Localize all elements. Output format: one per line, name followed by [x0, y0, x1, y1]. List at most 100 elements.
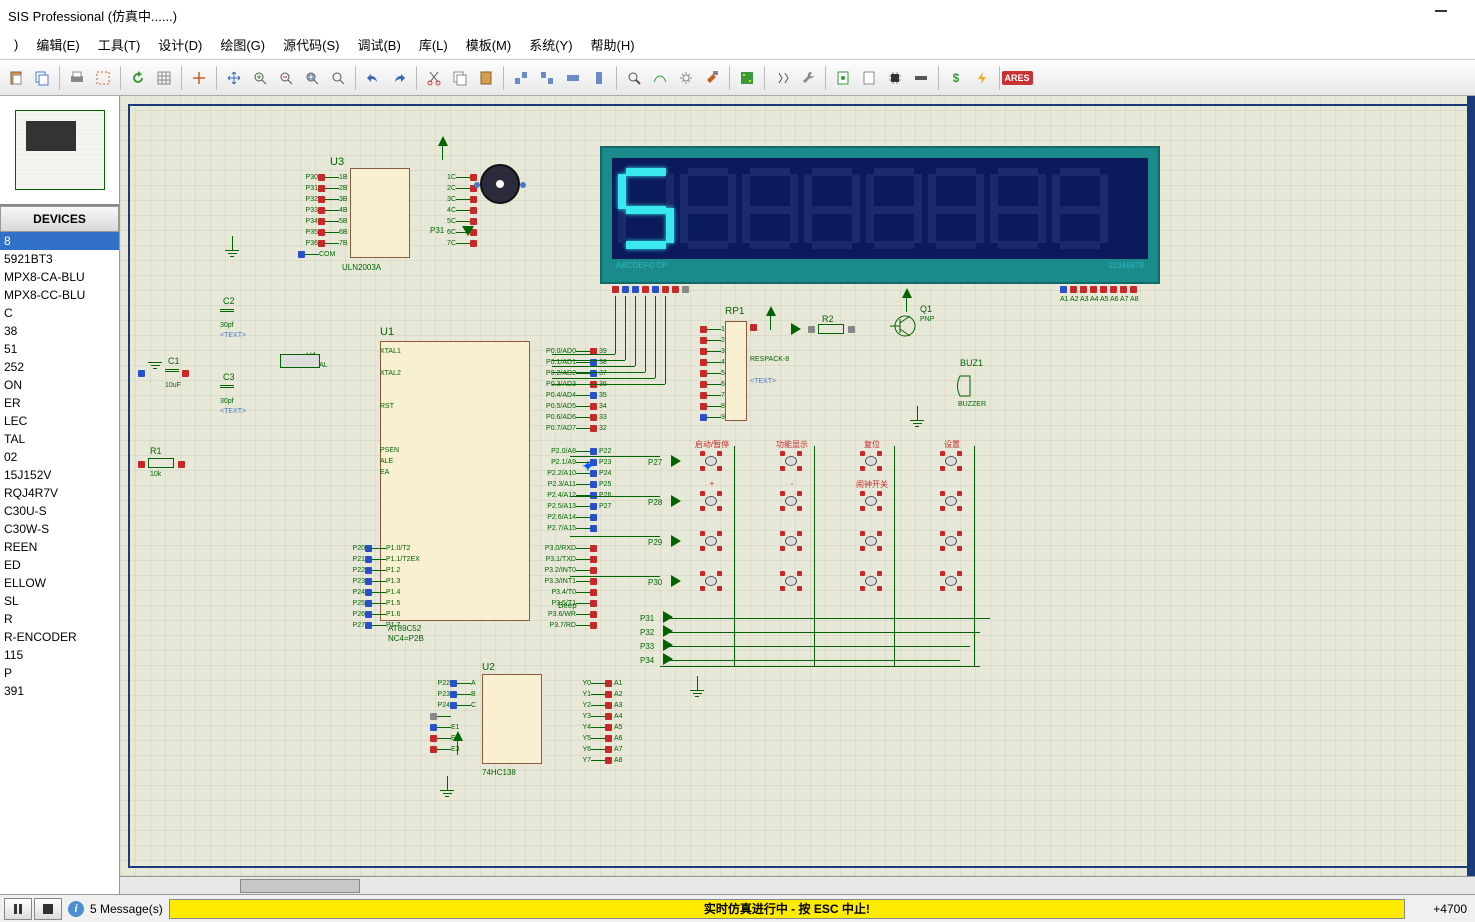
button-switch[interactable] — [780, 571, 802, 585]
tb-copy2-icon[interactable] — [448, 66, 472, 90]
status-messages[interactable]: 5 Message(s) — [90, 902, 163, 916]
device-item[interactable]: P — [0, 664, 119, 682]
tb-zoomout-icon[interactable] — [274, 66, 298, 90]
tb-paste2-icon[interactable] — [474, 66, 498, 90]
device-item[interactable]: C30W-S — [0, 520, 119, 538]
tb-doc2-icon[interactable] — [857, 66, 881, 90]
menu-edit[interactable]: 编辑(E) — [28, 31, 87, 58]
menu-source[interactable]: 源代码(S) — [275, 31, 347, 58]
button-switch[interactable] — [700, 571, 722, 585]
device-item[interactable]: 252 — [0, 358, 119, 376]
device-item[interactable]: RQJ4R7V — [0, 484, 119, 502]
tb-wire-icon[interactable] — [648, 66, 672, 90]
button-switch[interactable] — [860, 531, 882, 545]
tb-zoomarea-icon[interactable] — [326, 66, 350, 90]
tb-dollar-icon[interactable]: $ — [944, 66, 968, 90]
tb-pcb-icon[interactable] — [735, 66, 759, 90]
tb-pan-icon[interactable] — [222, 66, 246, 90]
device-item[interactable]: 5921BT3 — [0, 250, 119, 268]
button-switch[interactable] — [940, 451, 962, 465]
tb-origin-icon[interactable] — [187, 66, 211, 90]
overview-pane[interactable] — [0, 96, 119, 206]
button-switch[interactable] — [780, 451, 802, 465]
button-switch[interactable] — [860, 491, 882, 505]
device-item[interactable]: MPX8-CA-BLU — [0, 268, 119, 286]
tb-block1-icon[interactable] — [509, 66, 533, 90]
button-switch[interactable] — [780, 531, 802, 545]
horizontal-scrollbar[interactable] — [120, 876, 1475, 894]
button-switch[interactable] — [940, 491, 962, 505]
tb-paste-icon[interactable] — [4, 66, 28, 90]
tb-copy-icon[interactable] — [30, 66, 54, 90]
device-item[interactable]: 02 — [0, 448, 119, 466]
schematic-canvas[interactable]: ABCDEFG DP 12345678 A1A2A3A4A5A6A7A8 U3 … — [120, 96, 1475, 876]
menu-help[interactable]: 帮助(H) — [583, 31, 643, 58]
device-item[interactable]: 391 — [0, 682, 119, 700]
device-item[interactable]: ON — [0, 376, 119, 394]
tb-ares-icon[interactable]: ARES — [1005, 66, 1029, 90]
tb-block3-icon[interactable] — [561, 66, 585, 90]
tb-print-icon[interactable] — [65, 66, 89, 90]
device-item[interactable]: ED — [0, 556, 119, 574]
device-item[interactable]: C30U-S — [0, 502, 119, 520]
menu-library[interactable]: 库(L) — [411, 31, 456, 58]
rp1-chip[interactable] — [725, 321, 747, 421]
menu-graph[interactable]: 绘图(G) — [212, 31, 273, 58]
devices-list[interactable]: 85921BT3MPX8-CA-BLUMPX8-CC-BLUC3851252ON… — [0, 232, 119, 894]
device-item[interactable]: C — [0, 304, 119, 322]
sim-pause-button[interactable] — [4, 898, 32, 920]
tb-chip-icon[interactable] — [883, 66, 907, 90]
menu-system[interactable]: 系统(Y) — [521, 31, 580, 58]
minimize-button[interactable] — [1435, 10, 1447, 12]
button-switch[interactable] — [940, 571, 962, 585]
tb-doc1-icon[interactable] — [831, 66, 855, 90]
menu-tools[interactable]: 工具(T) — [90, 31, 149, 58]
scrollbar-thumb[interactable] — [240, 879, 360, 893]
device-item[interactable]: MPX8-CC-BLU — [0, 286, 119, 304]
tb-bolt-icon[interactable] — [970, 66, 994, 90]
tb-refresh-icon[interactable] — [126, 66, 150, 90]
tb-redo-icon[interactable] — [387, 66, 411, 90]
tb-block2-icon[interactable] — [535, 66, 559, 90]
tb-cut-icon[interactable] — [422, 66, 446, 90]
menu-design[interactable]: 设计(D) — [150, 31, 210, 58]
button-switch[interactable] — [860, 571, 882, 585]
device-item[interactable]: SL — [0, 592, 119, 610]
tb-zoomin-icon[interactable] — [248, 66, 272, 90]
u2-chip[interactable] — [482, 674, 542, 764]
device-item[interactable]: 38 — [0, 322, 119, 340]
tb-comp-icon[interactable] — [909, 66, 933, 90]
u3-chip[interactable] — [350, 168, 410, 258]
tb-hammer-icon[interactable] — [700, 66, 724, 90]
button-switch[interactable] — [940, 531, 962, 545]
button-switch[interactable] — [700, 451, 722, 465]
tb-find-icon[interactable] — [770, 66, 794, 90]
sim-stop-button[interactable] — [34, 898, 62, 920]
menu-template[interactable]: 模板(M) — [458, 31, 520, 58]
menu-truncated[interactable]: ) — [6, 33, 26, 56]
device-item[interactable]: ELLOW — [0, 574, 119, 592]
device-item[interactable]: 51 — [0, 340, 119, 358]
button-switch[interactable] — [780, 491, 802, 505]
device-item[interactable]: TAL — [0, 430, 119, 448]
device-item[interactable]: ER — [0, 394, 119, 412]
button-switch[interactable] — [700, 491, 722, 505]
tb-block4-icon[interactable] — [587, 66, 611, 90]
tb-zoomfit-icon[interactable] — [300, 66, 324, 90]
device-item[interactable]: R — [0, 610, 119, 628]
device-item[interactable]: LEC — [0, 412, 119, 430]
device-item[interactable]: R-ENCODER — [0, 628, 119, 646]
device-item[interactable]: 8 — [0, 232, 119, 250]
menu-debug[interactable]: 调试(B) — [349, 31, 408, 58]
device-item[interactable]: 115 — [0, 646, 119, 664]
tb-search-icon[interactable] — [622, 66, 646, 90]
button-switch[interactable] — [700, 531, 722, 545]
tb-region-icon[interactable] — [91, 66, 115, 90]
device-item[interactable]: 15J152V — [0, 466, 119, 484]
tb-wrench-icon[interactable] — [796, 66, 820, 90]
button-switch[interactable] — [860, 451, 882, 465]
device-item[interactable]: REEN — [0, 538, 119, 556]
tb-gear-icon[interactable] — [674, 66, 698, 90]
tb-undo-icon[interactable] — [361, 66, 385, 90]
tb-grid-icon[interactable] — [152, 66, 176, 90]
